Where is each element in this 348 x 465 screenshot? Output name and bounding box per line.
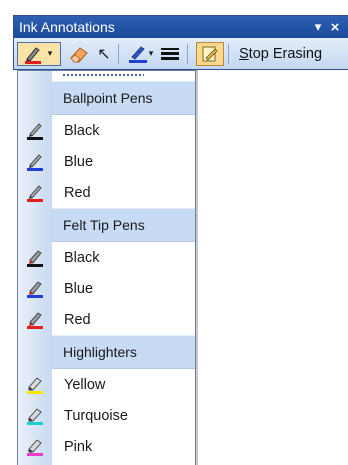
toolbar-separator — [118, 43, 119, 64]
menu-item-black[interactable]: Black — [18, 242, 195, 273]
chevron-down-icon[interactable]: ▾ — [44, 48, 56, 59]
menu-list: Ballpoint Pens Black Blue Red Felt Tip Pens B… — [18, 81, 195, 462]
pointer-arrow-icon: ↖ — [97, 45, 111, 63]
menu-section-header: Ballpoint Pens — [52, 81, 195, 115]
line-weight-icon-bar — [161, 51, 179, 55]
menu-item-label: Red — [64, 184, 91, 201]
close-icon[interactable]: × — [326, 19, 344, 36]
line-weight-button[interactable] — [157, 42, 183, 66]
annotation-highlight-button[interactable] — [196, 41, 224, 66]
menu-drag-handle[interactable] — [62, 73, 144, 77]
menu-item-label: Black — [64, 249, 100, 266]
eraser-icon — [68, 44, 90, 64]
menu-item-label: Turquoise — [64, 407, 128, 424]
eraser-button[interactable] — [64, 42, 94, 66]
pen-type-dropdown-menu: Ballpoint Pens Black Blue Red Felt Tip Pens B… — [17, 70, 196, 465]
ink-color-icon — [127, 44, 149, 64]
toolbar-title: Ink Annotations — [19, 19, 115, 35]
pen-icon — [22, 44, 44, 64]
menu-item-yellow[interactable]: Yellow — [18, 369, 195, 400]
ink-annotations-toolbar: Ink Annotations ▾ × ▾ ↖ ▾ S top Erasing — [13, 15, 348, 70]
pen-button[interactable]: ▾ — [17, 41, 61, 66]
highlighter-icon — [18, 431, 52, 462]
menu-item-label: Blue — [64, 280, 94, 297]
annotation-icon — [200, 44, 220, 64]
stop-erasing-label: top Erasing — [248, 45, 323, 62]
menu-item-label: Black — [64, 122, 100, 139]
menu-section-header: Highlighters — [52, 335, 195, 369]
menu-item-red[interactable]: Red — [18, 304, 195, 335]
menu-item-label: Blue — [64, 153, 94, 170]
menu-section-header: Felt Tip Pens — [52, 208, 195, 242]
felt-tip-pen-icon — [18, 304, 52, 335]
toolbar-buttons: ▾ ↖ ▾ S top Erasing — [14, 38, 348, 69]
highlighter-icon — [18, 369, 52, 400]
toolbar-title-bar[interactable]: Ink Annotations ▾ × — [14, 16, 348, 38]
menu-item-blue[interactable]: Blue — [18, 146, 195, 177]
ballpoint-pen-icon — [18, 177, 52, 208]
menu-item-black[interactable]: Black — [18, 115, 195, 146]
toolbar-options-icon[interactable]: ▾ — [310, 19, 326, 35]
stop-erasing-button[interactable]: Stop Erasing — [239, 42, 322, 66]
chevron-down-icon[interactable]: ▾ — [149, 48, 154, 59]
line-weight-icon — [161, 47, 179, 50]
toolbar-separator — [228, 43, 229, 64]
felt-tip-pen-icon — [18, 273, 52, 304]
select-objects-button[interactable]: ↖ — [94, 42, 114, 66]
line-weight-icon-bar — [161, 56, 179, 60]
toolbar-separator — [187, 43, 188, 64]
menu-item-pink[interactable]: Pink — [18, 431, 195, 462]
menu-item-turquoise[interactable]: Turquoise — [18, 400, 195, 431]
menu-item-label: Pink — [64, 438, 93, 455]
menu-item-label: Yellow — [64, 376, 106, 393]
menu-item-label: Red — [64, 311, 91, 328]
menu-item-red[interactable]: Red — [18, 177, 195, 208]
ink-color-button[interactable]: ▾ — [123, 42, 157, 66]
menu-item-blue[interactable]: Blue — [18, 273, 195, 304]
highlighter-icon — [18, 400, 52, 431]
ballpoint-pen-icon — [18, 115, 52, 146]
felt-tip-pen-icon — [18, 242, 52, 273]
ballpoint-pen-icon — [18, 146, 52, 177]
stop-erasing-accesskey: S — [239, 45, 249, 62]
